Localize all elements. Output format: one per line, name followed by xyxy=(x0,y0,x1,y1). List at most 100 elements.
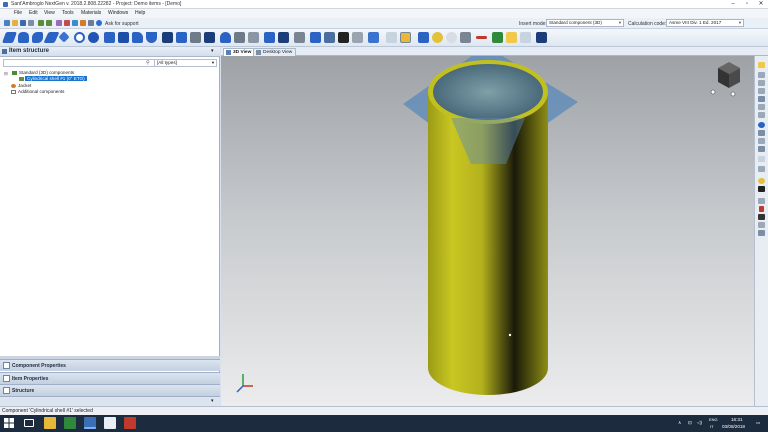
cone-tool-icon[interactable] xyxy=(18,32,29,43)
platform-tool-icon[interactable] xyxy=(324,32,335,43)
document-tool-icon[interactable] xyxy=(520,32,531,43)
volume-icon[interactable]: ◁) xyxy=(697,420,702,426)
light-icon[interactable] xyxy=(758,166,765,172)
front-view-icon[interactable] xyxy=(758,104,765,110)
fit-icon[interactable] xyxy=(758,96,765,102)
collapse-icon[interactable]: ⊟ xyxy=(4,71,8,77)
black-icon[interactable] xyxy=(758,186,765,192)
menu-file[interactable]: File xyxy=(14,10,22,16)
save-icon[interactable] xyxy=(20,20,26,26)
leg-tool-icon[interactable] xyxy=(146,32,157,43)
wind-tool-icon[interactable] xyxy=(294,32,305,43)
tree-cylindrical-shell[interactable]: Cylindrical shell #1 (0° ETO) xyxy=(25,76,87,81)
sphere-tool-icon[interactable] xyxy=(88,32,99,43)
shade-icon[interactable] xyxy=(758,156,765,162)
app-green-icon[interactable] xyxy=(64,417,76,429)
info-icon[interactable] xyxy=(72,20,78,26)
axis-triad-icon[interactable] xyxy=(236,374,253,393)
nextgen-app-icon[interactable] xyxy=(84,417,96,429)
snapshot-icon[interactable] xyxy=(758,222,765,228)
rotate-tool-icon[interactable] xyxy=(446,32,457,43)
clock-date[interactable]: 03/08/2018 xyxy=(722,424,745,429)
type-filter-select[interactable]: [All types] ▼ xyxy=(154,60,216,66)
tubesheet-tool-icon[interactable] xyxy=(204,32,215,43)
menu-tools[interactable]: Tools xyxy=(62,10,74,16)
view-cube-icon[interactable] xyxy=(710,62,740,97)
section-tool-icon[interactable] xyxy=(460,32,471,43)
pan-icon[interactable] xyxy=(758,80,765,86)
ladder-tool-icon[interactable] xyxy=(310,32,321,43)
flange-tool-icon[interactable] xyxy=(118,32,129,43)
menu-windows[interactable]: Windows xyxy=(108,10,128,16)
tree-jacket[interactable]: Jacket xyxy=(18,83,31,88)
maximize-icon[interactable]: ▫ xyxy=(740,0,754,9)
lifting-tool-icon[interactable] xyxy=(368,32,379,43)
support-tool-icon[interactable] xyxy=(190,32,201,43)
tree-additional-components[interactable]: Additional components xyxy=(18,89,64,94)
lock-icon[interactable] xyxy=(80,20,86,26)
menu-edit[interactable]: Edit xyxy=(29,10,38,16)
highlight-icon[interactable] xyxy=(758,62,765,68)
chevron-down-icon[interactable]: ▾ xyxy=(211,398,214,404)
menu-view[interactable]: View xyxy=(44,10,55,16)
open-icon[interactable] xyxy=(12,20,18,26)
palette-icon[interactable] xyxy=(758,214,765,220)
network-icon[interactable]: ⊡ xyxy=(688,420,692,426)
accordion-component-properties[interactable]: Component Properties xyxy=(0,359,220,371)
yellow-sphere-icon[interactable] xyxy=(758,178,765,184)
print-icon[interactable] xyxy=(28,20,34,26)
exit-tool-icon[interactable] xyxy=(536,32,547,43)
language-top[interactable]: ENG xyxy=(709,417,718,422)
notification-icon[interactable]: ▭ xyxy=(756,420,760,426)
elbow-tool-icon[interactable] xyxy=(32,32,43,43)
pin-icon[interactable]: ▾ xyxy=(211,48,214,54)
skirt-tool-icon[interactable] xyxy=(162,32,173,43)
layers-icon[interactable] xyxy=(758,130,765,136)
close-icon[interactable]: ✕ xyxy=(754,0,768,9)
settings-icon[interactable] xyxy=(56,20,62,26)
bolt-tool-icon[interactable] xyxy=(234,32,245,43)
clock-time[interactable]: 16:31 xyxy=(731,417,743,422)
file-explorer-icon[interactable] xyxy=(44,417,56,429)
app-red-icon[interactable] xyxy=(124,417,136,429)
calc-code-select[interactable]: Asme VIII Div. 1 Ed. 2017 ▼ xyxy=(666,19,744,27)
tab-desktop-view[interactable]: Desktop View xyxy=(253,48,297,56)
lug-tool-icon[interactable] xyxy=(176,32,187,43)
filter-box[interactable]: ⚲ [All types] ▼ xyxy=(3,59,217,67)
red-marker-icon[interactable] xyxy=(759,206,764,212)
accordion-item-properties[interactable]: Item Properties xyxy=(0,372,220,384)
weight-tool-icon[interactable] xyxy=(352,32,363,43)
grid-icon[interactable] xyxy=(758,138,765,144)
help-icon[interactable] xyxy=(96,20,102,26)
redo-icon[interactable] xyxy=(46,20,52,26)
zoom-icon[interactable] xyxy=(758,72,765,78)
plate-tool-icon[interactable] xyxy=(264,32,275,43)
stiffener-tool-icon[interactable] xyxy=(278,32,289,43)
material-tool-icon[interactable] xyxy=(418,32,429,43)
insulation-tool-icon[interactable] xyxy=(338,32,349,43)
ask-support-link[interactable]: Ask for support xyxy=(105,21,139,27)
measure-icon[interactable] xyxy=(758,198,765,204)
tab-3d-view[interactable]: 3D View xyxy=(223,48,256,56)
menu-help[interactable]: Help xyxy=(135,10,145,16)
refresh-icon[interactable] xyxy=(88,20,94,26)
delete-icon[interactable] xyxy=(64,20,70,26)
3d-viewport[interactable] xyxy=(221,46,754,406)
undo-icon[interactable] xyxy=(38,20,44,26)
language-bottom[interactable]: IT xyxy=(710,424,714,429)
dome-tool-icon[interactable] xyxy=(220,32,231,43)
chevron-up-icon[interactable]: ∧ xyxy=(678,420,681,426)
side-view-icon[interactable] xyxy=(758,112,765,118)
minimize-icon[interactable]: – xyxy=(726,0,740,9)
check-tool-icon[interactable] xyxy=(432,32,443,43)
menu-materials[interactable]: Materials xyxy=(81,10,101,16)
dimension-tool-icon[interactable] xyxy=(476,36,487,39)
saddle-tool-icon[interactable] xyxy=(132,32,143,43)
calc-tool-icon[interactable] xyxy=(400,32,411,43)
head-tool-icon[interactable] xyxy=(104,32,115,43)
folder-tool-icon[interactable] xyxy=(506,32,517,43)
export-tool-icon[interactable] xyxy=(492,32,503,43)
gasket-tool-icon[interactable] xyxy=(248,32,259,43)
report-tool-icon[interactable] xyxy=(386,32,397,43)
windows-start-icon[interactable] xyxy=(4,418,14,428)
